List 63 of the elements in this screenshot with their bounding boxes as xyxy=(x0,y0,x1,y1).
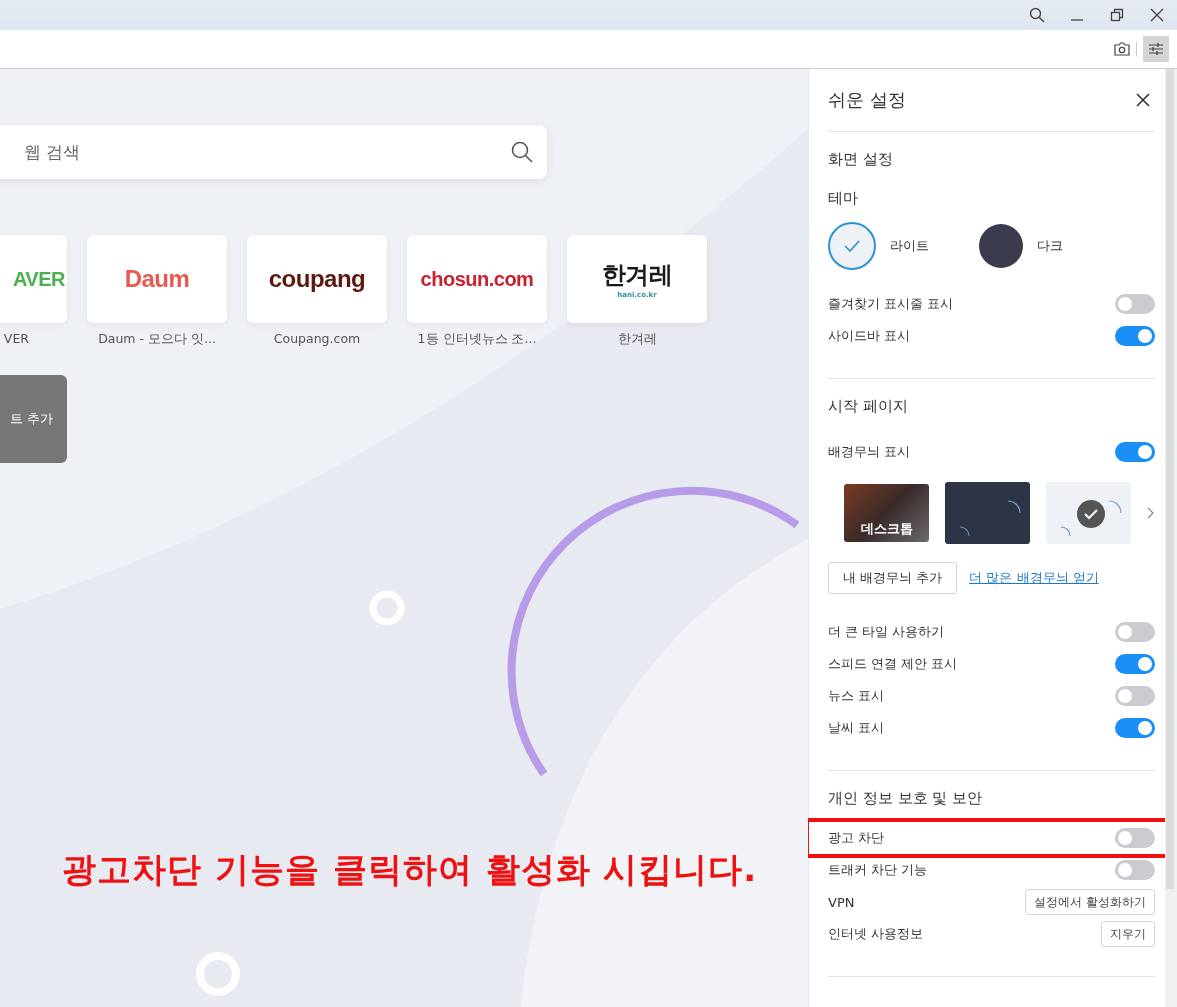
wallpaper-thumbnail[interactable] xyxy=(945,482,1031,544)
setting-label: 스피드 연결 제안 표시 xyxy=(828,655,958,673)
setting-label: 배경무늬 표시 xyxy=(828,443,911,461)
arc-icon xyxy=(1007,500,1022,514)
scrollbar[interactable] xyxy=(1165,69,1175,1007)
toggle-switch[interactable] xyxy=(1115,294,1155,314)
tile-label: Coupang.com xyxy=(273,331,361,346)
setting-label: VPN xyxy=(828,894,855,910)
setting-label: 사이드바 표시 xyxy=(828,327,911,345)
arc-icon xyxy=(959,526,971,537)
site-tile[interactable]: coupang xyxy=(247,235,387,323)
arc-icon xyxy=(1108,500,1123,514)
theme-option[interactable]: 다크 xyxy=(979,222,1063,270)
photo-placeholder[interactable]: 데스크톱 xyxy=(844,484,930,542)
subsection-heading: 테마 xyxy=(828,189,859,208)
section-heading: 화면 설정 xyxy=(828,150,894,169)
check-icon xyxy=(1077,500,1106,528)
toggle-switch[interactable] xyxy=(1115,718,1155,738)
tile-label: 1등 인터넷뉴스 조... xyxy=(417,331,537,348)
tile-label: 한겨레 xyxy=(617,331,657,348)
site-tile[interactable]: Daum xyxy=(87,235,227,323)
arc-icon xyxy=(1060,526,1072,537)
tile-label: Daum - 모으다 잇... xyxy=(98,331,216,348)
section-heading: 개인 정보 보호 및 보안 xyxy=(828,789,984,808)
panel-title: 쉬운 설정 xyxy=(828,88,906,112)
toggle-switch[interactable] xyxy=(1115,622,1155,642)
site-logo: AVER xyxy=(12,267,65,291)
add-wallpaper-button[interactable]: 내 배경무늬 추가 xyxy=(828,562,958,594)
site-logo: Daum xyxy=(124,265,190,293)
site-tile[interactable]: chosun.com xyxy=(407,235,547,323)
setting-label: 광고 차단 xyxy=(828,829,885,847)
section-heading: 시작 페이지 xyxy=(828,397,909,416)
camera-icon[interactable] xyxy=(1114,42,1130,56)
search-icon[interactable] xyxy=(511,141,533,163)
toggle-switch[interactable] xyxy=(1115,654,1155,674)
setting-label: 트래커 차단 기능 xyxy=(828,861,928,879)
more-wallpapers-link[interactable]: 더 많은 배경무늬 얻기 xyxy=(969,569,1099,587)
site-logo: 한겨레 xyxy=(601,260,673,290)
theme-option[interactable]: 라이트 xyxy=(828,222,929,270)
toggle-switch[interactable] xyxy=(1115,326,1155,346)
tile-label: VER xyxy=(3,331,29,346)
wallpaper-thumbnail[interactable] xyxy=(1046,482,1132,544)
setting-button[interactable]: 지우기 xyxy=(1101,921,1155,947)
setting-label: 날씨 표시 xyxy=(828,719,885,737)
annotation-text: 광고차단 기능을 클릭하여 활성화 시킵니다. xyxy=(62,848,758,891)
search-field[interactable]: 웹 검색 xyxy=(22,141,511,163)
setting-label: 인터넷 사용정보 xyxy=(828,925,924,943)
search-bar[interactable]: 웹 검색 xyxy=(0,125,547,179)
toggle-switch[interactable] xyxy=(1115,860,1155,880)
sliders-icon xyxy=(1149,43,1163,55)
add-site-button[interactable]: 트 추가 xyxy=(0,375,67,463)
chevron-right-icon[interactable] xyxy=(1147,507,1155,519)
toggle-switch[interactable] xyxy=(1115,828,1155,848)
setting-label: 더 큰 타일 사용하기 xyxy=(828,623,945,641)
toggle-switch[interactable] xyxy=(1115,442,1155,462)
wallpaper-label: 데스크톱 xyxy=(860,520,913,538)
setting-button[interactable]: 설정에서 활성화하기 xyxy=(1025,889,1155,915)
site-logo: coupang xyxy=(268,265,366,293)
setting-label: 뉴스 표시 xyxy=(828,687,885,705)
setting-label: 즐겨찾기 표시줄 표시 xyxy=(828,295,954,313)
toggle-switch[interactable] xyxy=(1115,686,1155,706)
site-logo: chosun.com xyxy=(420,267,534,291)
settings-button[interactable] xyxy=(1143,36,1169,62)
